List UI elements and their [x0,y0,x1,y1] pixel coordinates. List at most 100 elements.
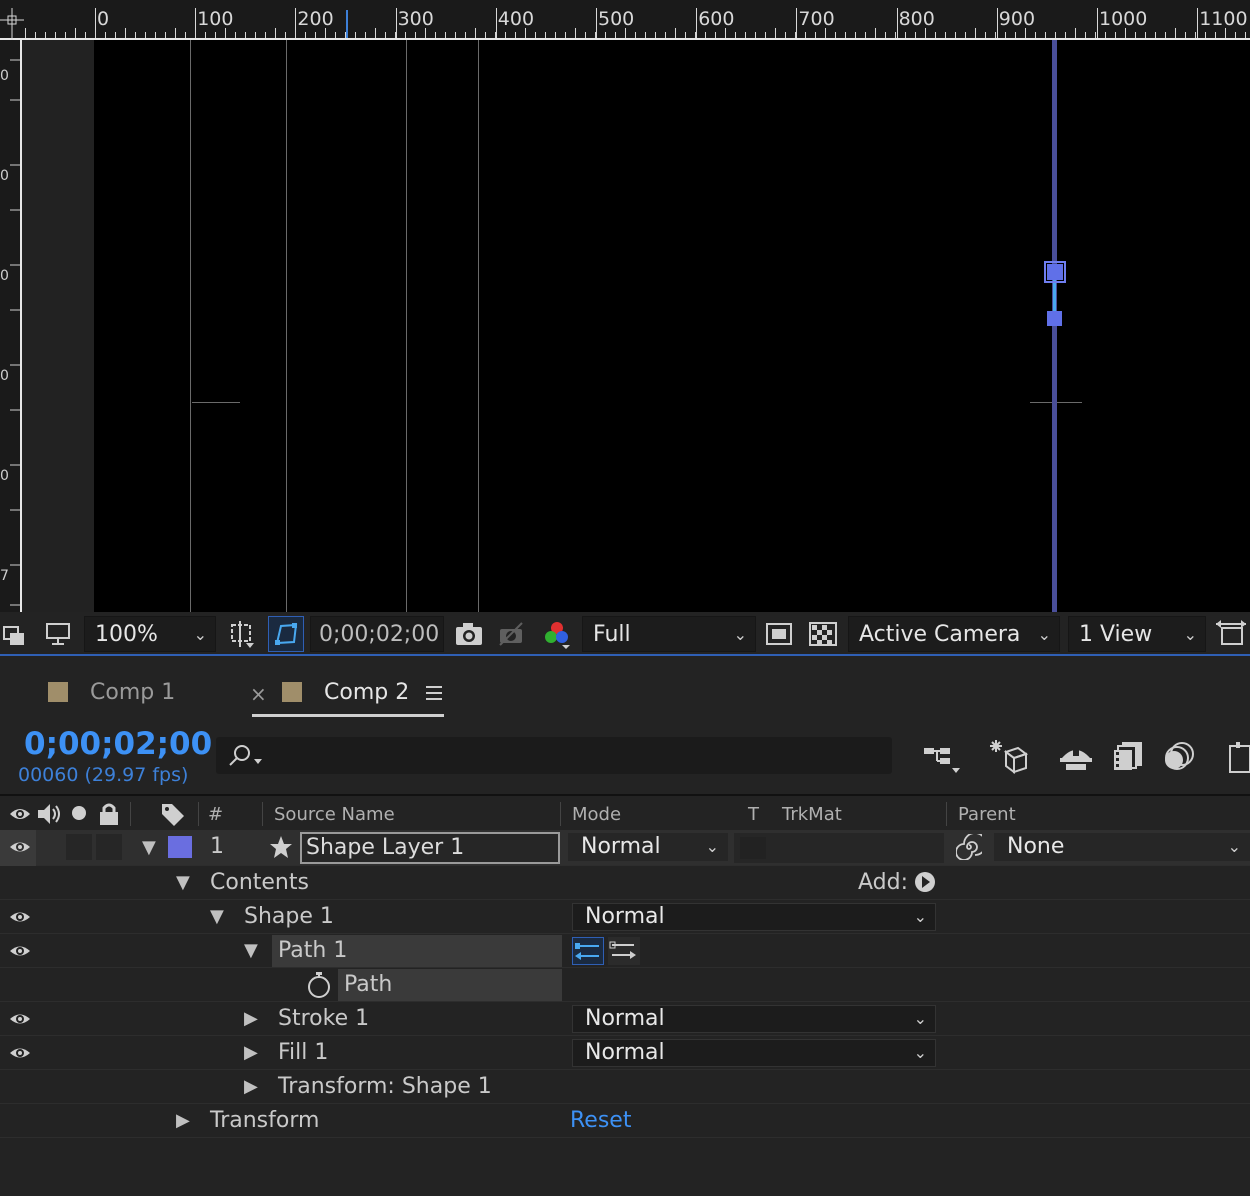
shape-group-row[interactable]: ▼ Shape 1 Normal ⌄ [0,900,1250,934]
composition-mini-flowchart-icon[interactable] [922,740,962,778]
triangle-expanded-icon[interactable]: ▼ [142,837,156,858]
current-time-field[interactable]: 0;00;02;00 [310,616,444,652]
reset-link[interactable]: Reset [570,1108,631,1133]
label-color-swatch[interactable] [168,836,192,858]
toggle-pixel-aspect-icon[interactable] [1214,618,1248,650]
camera-snapshot-icon[interactable] [454,618,484,650]
triangle-collapsed-icon[interactable]: ▶ [176,1110,190,1131]
triangle-collapsed-icon[interactable]: ▶ [244,1008,258,1029]
monitor-icon[interactable] [44,618,72,650]
path-direction-normal-icon[interactable] [608,937,640,965]
triangle-expanded-icon[interactable]: ▼ [210,906,224,927]
solo-icon[interactable] [72,806,86,820]
stroke-row[interactable]: ▶ Stroke 1 Normal ⌄ [0,1002,1250,1036]
path-direction-reverse-icon[interactable] [572,937,604,965]
fill-row[interactable]: ▶ Fill 1 Normal ⌄ [0,1036,1250,1070]
zoom-value: 100% [95,621,158,647]
tab-comp-2[interactable]: Comp 2 [324,680,409,705]
ruler-label: 0 [97,8,110,30]
path-group-row[interactable]: ▼ Path 1 [0,934,1250,968]
triangle-expanded-icon[interactable]: ▼ [244,940,258,961]
ruler-tick-minor [365,32,366,38]
layer-mode-dropdown[interactable]: Normal ⌄ [568,833,728,861]
ruler-origin-icon[interactable] [0,0,24,40]
lock-icon[interactable] [98,802,120,831]
eye-icon[interactable] [8,804,32,829]
triangle-collapsed-icon[interactable]: ▶ [244,1076,258,1097]
current-time-display[interactable]: 0;00;02;00 [24,726,212,762]
column-header-trkmat[interactable]: TrkMat [782,804,842,825]
ruler-tick-minor [745,32,746,38]
column-header-mode[interactable]: Mode [572,804,621,825]
fill-blend-mode-dropdown[interactable]: Normal ⌄ [572,1039,936,1067]
mask-path-visibility-icon[interactable] [268,616,304,652]
close-icon[interactable]: × [250,682,267,706]
label-tag-icon[interactable] [160,802,186,831]
region-of-interest-icon[interactable] [226,618,258,650]
fast-previews-icon[interactable] [764,618,794,650]
path-property-row[interactable]: Path [0,968,1250,1002]
view-layout-dropdown[interactable]: 1 View ⌄ [1068,616,1206,652]
resolution-dropdown[interactable]: Full ⌄ [582,616,756,652]
hide-shy-layers-icon[interactable] [1058,742,1094,776]
eye-icon[interactable] [8,1044,32,1062]
path-segment[interactable] [1053,278,1056,314]
stopwatch-icon[interactable] [306,971,332,1005]
zoom-dropdown[interactable]: 100% ⌄ [84,616,216,652]
pick-whip-icon[interactable] [955,832,987,866]
rgb-channels-icon[interactable] [542,618,572,650]
ruler-tick-minor [1155,32,1156,38]
ruler-tick-minor [705,32,706,38]
ruler-tick-minor [735,32,736,38]
ruler-tick-minor [715,32,716,38]
stroke-blend-mode-dropdown[interactable]: Normal ⌄ [572,1005,936,1033]
draft-3d-icon[interactable] [988,738,1029,780]
svg-text:0: 0 [0,368,9,384]
trkmat-cell[interactable] [734,833,944,863]
triangle-collapsed-icon[interactable]: ▶ [244,1042,258,1063]
ruler-tick-minor [615,32,616,38]
motion-blur-icon[interactable] [1162,740,1196,776]
solo-switch[interactable] [66,834,92,860]
ruler-tick-minor [725,28,726,38]
preserve-transparency-switch[interactable] [740,837,766,859]
eye-icon[interactable] [8,908,32,926]
tab-comp-1[interactable]: Comp 1 [90,680,175,705]
eye-icon[interactable] [8,942,32,960]
layer-transform-row[interactable]: ▶ Transform Reset [0,1104,1250,1138]
path-vertex[interactable] [1047,264,1063,280]
triangle-expanded-icon[interactable]: ▼ [176,872,190,893]
ruler-tick-minor [575,28,576,38]
comp-tabs-bar: Comp 1 × Comp 2 [0,658,1250,724]
composition-viewer[interactable]: 0 100 200 300 400 500 600 700 800 900 1000 1100 000… [0,0,1250,612]
path-vertex[interactable] [1047,311,1062,326]
ruler-tick-minor [95,32,96,38]
ruler-tick-minor [1045,32,1046,38]
layer-row[interactable]: ▼ 1 Shape Layer 1 Normal ⌄ None ⌄ [0,830,1250,866]
column-header-parent[interactable]: Parent [958,804,1016,825]
layer-search-input[interactable] [216,737,892,774]
audio-speaker-icon[interactable] [36,802,62,831]
ruler-tick-minor [265,32,266,38]
column-header-source-name[interactable]: Source Name [274,804,395,825]
parent-dropdown[interactable]: None ⌄ [994,833,1250,861]
graph-editor-icon[interactable] [1226,740,1250,778]
ruler-tick-minor [65,32,66,38]
column-header-t[interactable]: T [748,804,759,825]
lock-switch[interactable] [96,834,122,860]
eye-icon[interactable] [8,1010,32,1028]
frame-blending-icon[interactable] [1112,740,1144,776]
always-preview-icon[interactable] [2,618,30,650]
eye-icon[interactable] [8,838,32,856]
show-snapshot-icon[interactable] [496,618,528,650]
transparency-grid-icon[interactable] [808,618,838,650]
shape-blend-mode-dropdown[interactable]: Normal ⌄ [572,903,936,931]
camera-dropdown[interactable]: Active Camera ⌄ [848,616,1060,652]
shape-transform-row[interactable]: ▶ Transform: Shape 1 [0,1070,1250,1104]
column-header-number[interactable]: # [208,804,223,825]
layer-name-field[interactable]: Shape Layer 1 [300,832,560,864]
ruler-label: 700 [798,8,835,30]
add-menu-icon[interactable] [914,871,936,899]
panel-menu-icon[interactable] [424,682,444,706]
contents-row[interactable]: ▼ Contents Add: [0,866,1250,900]
